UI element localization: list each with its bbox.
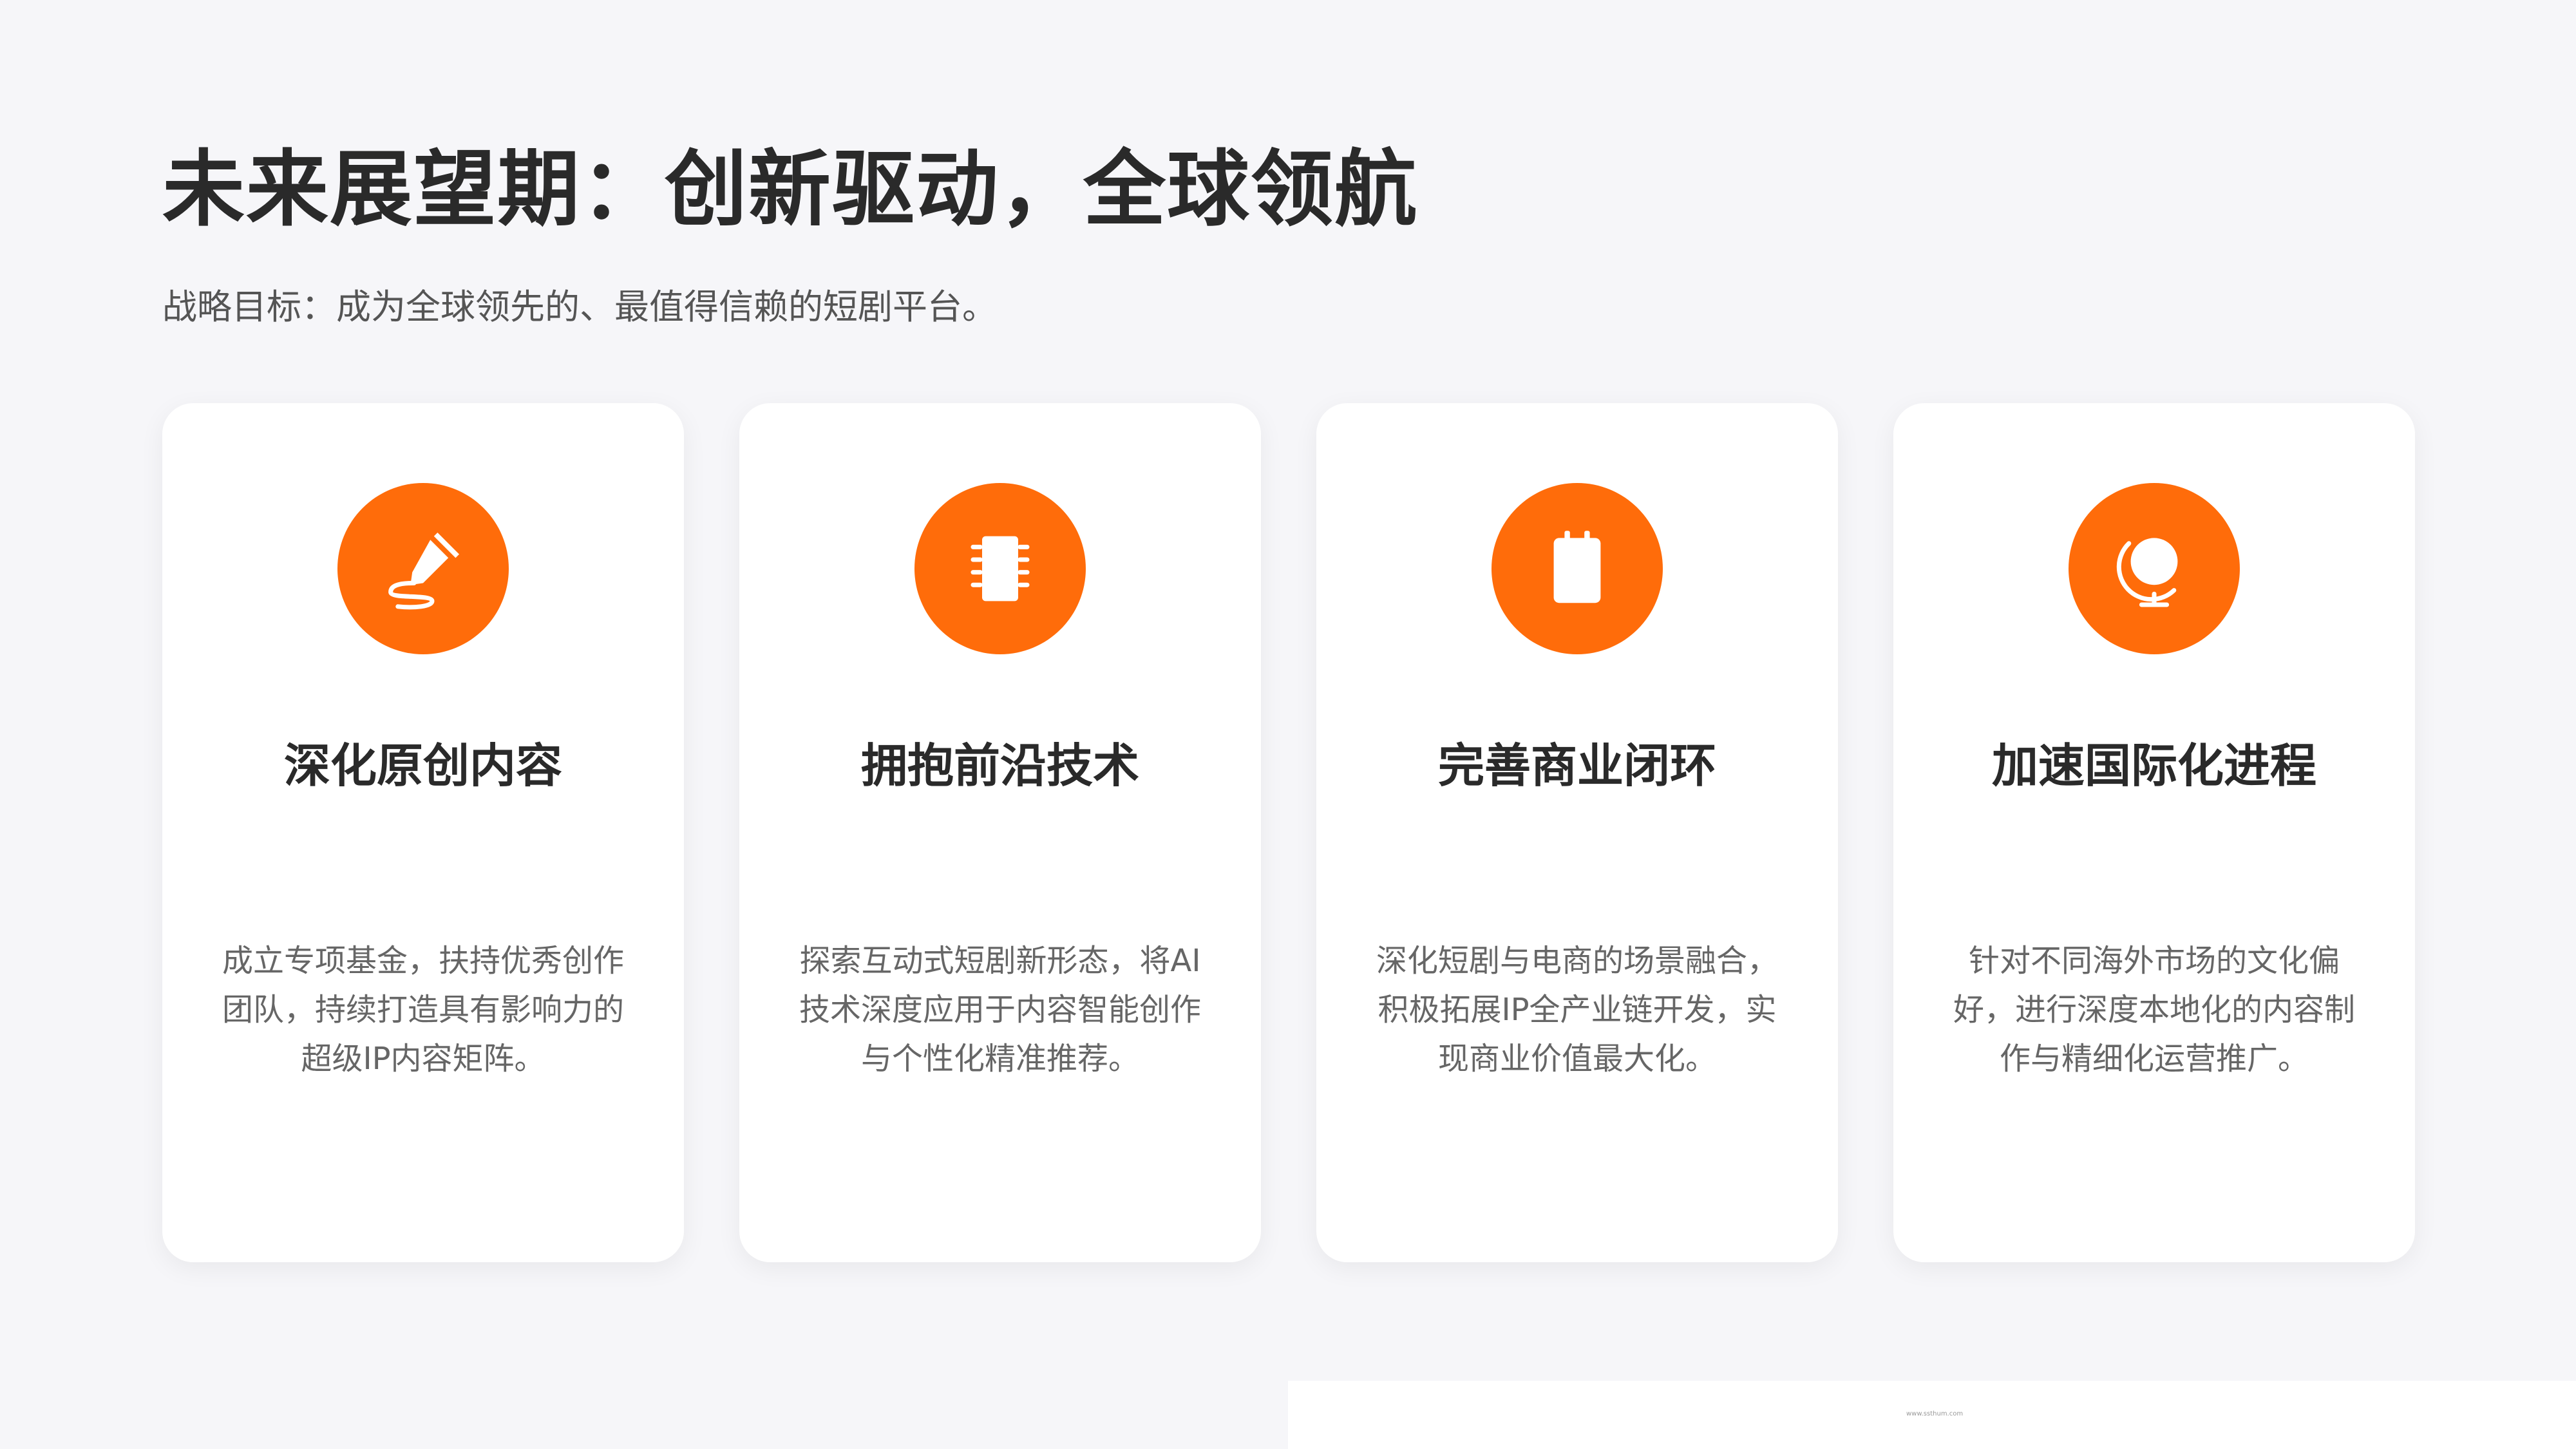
icon-badge — [914, 483, 1086, 654]
card-business-loop: 完善商业闭环 深化短剧与电商的场景融合，积极拓展IP全产业链开发，实现商业价值最… — [1316, 403, 1838, 1262]
card-original-content: 深化原创内容 成立专项基金，扶持优秀创作团队，持续打造具有影响力的超级IP内容矩… — [162, 403, 684, 1262]
icon-badge — [2069, 483, 2240, 654]
slide: 未来展望期：创新驱动，全球领航 战略目标：成为全球领先的、最值得信赖的短剧平台。… — [0, 0, 2576, 1449]
card-grid: 深化原创内容 成立专项基金，扶持优秀创作团队，持续打造具有影响力的超级IP内容矩… — [162, 403, 2415, 1262]
card-description: 针对不同海外市场的文化偏好，进行深度本地化的内容制作与精细化运营推广。 — [1953, 943, 2355, 1077]
icon-badge — [1492, 483, 1663, 654]
card-title: 加速国际化进程 — [1991, 739, 2316, 793]
card-description: 探索互动式短剧新形态，将AI技术深度应用于内容智能创作与个性化精准推荐。 — [799, 943, 1201, 1077]
card-description: 深化短剧与电商的场景融合，积极拓展IP全产业链开发，实现商业价值最大化。 — [1376, 943, 1778, 1077]
footer-url: www.ssthum.com — [1906, 1410, 1964, 1417]
card-internationalization: 加速国际化进程 针对不同海外市场的文化偏好，进行深度本地化的内容制作与精细化运营… — [1893, 403, 2415, 1262]
card-title: 深化原创内容 — [283, 739, 562, 793]
chip-icon — [971, 536, 1030, 601]
page-title: 未来展望期：创新驱动，全球领航 — [162, 142, 1419, 238]
clipboard-icon — [1553, 531, 1601, 603]
card-title: 完善商业闭环 — [1437, 739, 1716, 793]
card-frontier-tech: 拥抱前沿技术 探索互动式短剧新形态，将AI技术深度应用于内容智能创作与个性化精准… — [739, 403, 1261, 1262]
page-subtitle: 战略目标：成为全球领先的、最值得信赖的短剧平台。 — [162, 287, 997, 327]
card-description: 成立专项基金，扶持优秀创作团队，持续打造具有影响力的超级IP内容矩阵。 — [222, 943, 624, 1077]
icon-badge — [337, 483, 509, 654]
globe-icon — [2116, 538, 2178, 607]
card-title: 拥抱前沿技术 — [860, 739, 1139, 793]
pen-icon — [388, 533, 459, 610]
